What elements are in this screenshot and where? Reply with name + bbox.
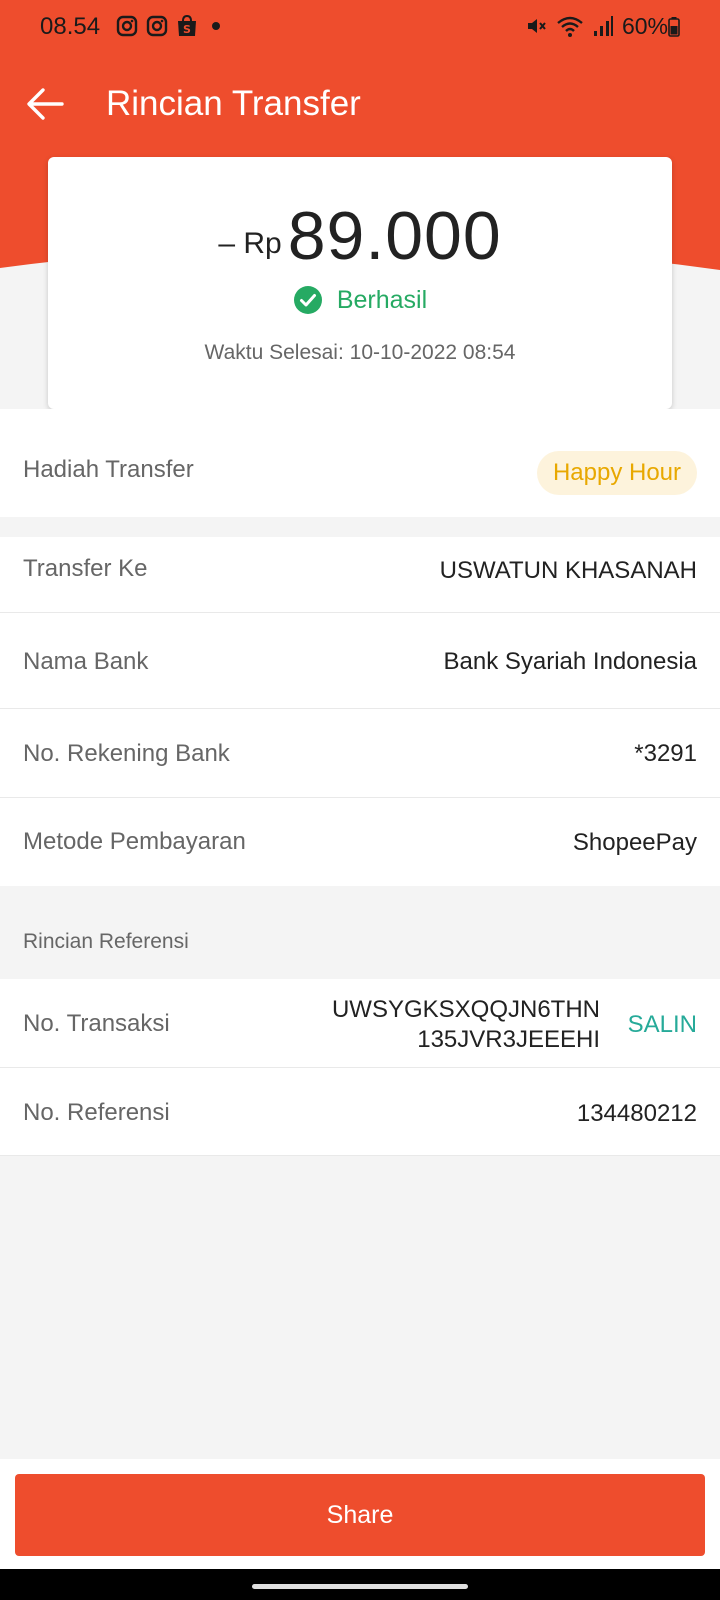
battery-icon	[668, 17, 680, 37]
amount: – Rp89.000	[48, 197, 672, 275]
shopee-icon: S	[178, 14, 196, 36]
bank-value: Bank Syariah Indonesia	[443, 648, 698, 675]
battery-percentage: 60%	[621, 12, 668, 39]
transfer-reward-row: Hadiah Transfer Happy Hour	[0, 409, 720, 517]
system-navigation-bar	[0, 1569, 720, 1600]
completion-time: Waktu Selesai: 10-10-2022 08:54	[204, 341, 516, 364]
payment-method-label: Metode Pembayaran	[23, 828, 246, 855]
status-badge: Berhasil	[48, 285, 672, 315]
arrow-left-icon	[27, 88, 64, 120]
mute-icon	[527, 19, 546, 33]
transfer-details: Transfer Ke USWATUN KHASANAH Nama Bank B…	[0, 537, 720, 886]
transaction-value: UWSYGKSXQQJN6THN135JVR3JEEEHI	[331, 996, 600, 1053]
status-bar: 08.54 S 60%	[0, 0, 720, 52]
status-text: Berhasil	[336, 285, 428, 314]
reference-label: No. Referensi	[23, 1099, 170, 1126]
detail-row-transaction: No. Transaksi UWSYGKSXQQJN6THN135JVR3JEE…	[0, 979, 720, 1068]
reference-value: 134480212	[576, 1100, 697, 1127]
reference-section-header: Rincian Referensi	[0, 903, 720, 979]
page-title: Rincian Transfer	[106, 84, 361, 123]
back-button[interactable]	[22, 80, 70, 128]
reward-label: Hadiah Transfer	[23, 456, 194, 483]
payment-method-value: ShopeePay	[572, 829, 697, 856]
share-button[interactable]: Share	[15, 1474, 705, 1556]
account-label: No. Rekening Bank	[23, 740, 230, 767]
reference-section-title: Rincian Referensi	[23, 930, 189, 953]
amount-prefix: – Rp	[218, 227, 282, 260]
dot-icon	[212, 22, 220, 30]
instagram-icon	[146, 15, 168, 37]
home-indicator[interactable]	[252, 1584, 468, 1589]
status-time: 08.54	[40, 13, 101, 40]
instagram-icon	[116, 15, 138, 37]
transfer-summary-card: – Rp89.000 Berhasil Waktu Selesai: 10-10…	[48, 157, 672, 409]
detail-row-account: No. Rekening Bank *3291	[0, 709, 720, 798]
account-value: *3291	[634, 740, 697, 767]
wifi-icon	[557, 16, 583, 37]
detail-row-payment-method: Metode Pembayaran ShopeePay	[0, 798, 720, 886]
recipient-value: USWATUN KHASANAH	[439, 557, 697, 584]
signal-icon	[593, 16, 613, 36]
detail-row-recipient: Transfer Ke USWATUN KHASANAH	[0, 537, 720, 613]
detail-row-bank: Nama Bank Bank Syariah Indonesia	[0, 613, 720, 709]
bottom-action-bar: Share	[0, 1459, 720, 1569]
bank-label: Nama Bank	[23, 648, 149, 675]
reference-details: No. Transaksi UWSYGKSXQQJN6THN135JVR3JEE…	[0, 979, 720, 1156]
check-circle-icon	[293, 286, 322, 314]
svg-text:S: S	[183, 23, 191, 36]
top-navigation: Rincian Transfer	[0, 62, 720, 146]
happy-hour-badge: Happy Hour	[536, 451, 697, 495]
detail-row-reference: No. Referensi 134480212	[0, 1068, 720, 1156]
recipient-label: Transfer Ke	[23, 555, 148, 582]
copy-button[interactable]: SALIN	[628, 1011, 697, 1039]
amount-value: 89.000	[287, 198, 502, 274]
transaction-label: No. Transaksi	[23, 1010, 170, 1037]
